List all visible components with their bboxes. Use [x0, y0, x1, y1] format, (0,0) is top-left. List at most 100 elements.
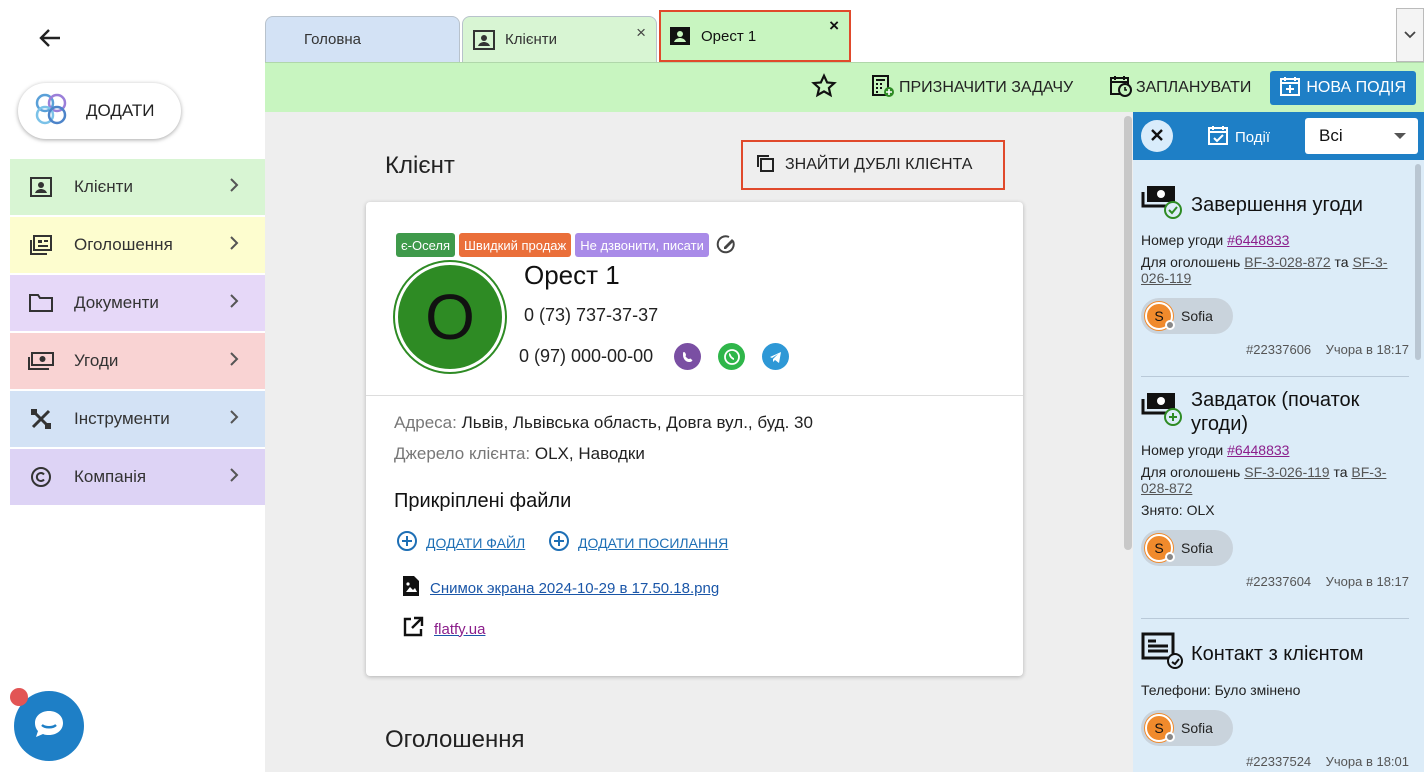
deal-link[interactable]: #6448833 [1227, 232, 1289, 248]
chevron-right-icon [229, 177, 239, 198]
listing-link[interactable]: BF-3-028-872 [1244, 254, 1330, 270]
assign-task-button[interactable]: ПРИЗНАЧИТИ ЗАДАЧУ [871, 73, 1073, 103]
contact-client-icon [1141, 632, 1183, 676]
telegram-icon[interactable] [762, 343, 789, 370]
close-icon[interactable]: × [636, 23, 646, 43]
toolbar: ПРИЗНАЧИТИ ЗАДАЧУ ЗАПЛАНУВАТИ НОВА ПОДІЯ [265, 62, 1424, 112]
event-extra-line: Знято: OLX [1141, 502, 1215, 518]
edit-tags-icon[interactable] [715, 234, 737, 256]
event-item[interactable]: Завершення угоди Номер угоди #6448833 Дл… [1141, 184, 1409, 357]
sidebar-item-company[interactable]: Компанія [10, 449, 265, 505]
card-divider [366, 395, 1023, 396]
listings-icon [28, 234, 54, 256]
tag-e-oselia[interactable]: є-Оселя [396, 233, 455, 257]
client-section-title: Клієнт [385, 152, 455, 179]
user-chip[interactable]: S Sofia [1141, 710, 1233, 746]
star-icon [811, 72, 837, 104]
event-title-text: Контакт з клієнтом [1191, 643, 1364, 665]
new-event-button[interactable]: НОВА ПОДІЯ [1270, 71, 1416, 105]
assign-task-label: ПРИЗНАЧИТИ ЗАДАЧУ [899, 79, 1074, 96]
back-arrow-icon[interactable] [36, 24, 64, 52]
event-deal-line: Номер угоди #6448833 [1141, 232, 1409, 248]
user-chip[interactable]: S Sofia [1141, 530, 1233, 566]
sidebar-item-clients[interactable]: Клієнти [10, 159, 265, 215]
tab-client-orest[interactable]: Орест 1 × [659, 10, 851, 62]
sidebar-item-documents[interactable]: Документи [10, 275, 265, 331]
find-duplicates-button[interactable]: ЗНАЙТИ ДУБЛІ КЛІЄНТА [741, 140, 1005, 190]
event-separator [1141, 618, 1409, 619]
add-link-button[interactable]: ДОДАТИ ПОСИЛАННЯ [548, 530, 728, 555]
listing-link[interactable]: SF-3-026-119 [1244, 464, 1329, 480]
chevron-right-icon [229, 409, 239, 430]
tab-label: Клієнти [505, 31, 558, 48]
client-name: Орест 1 [524, 260, 620, 290]
event-title: Завершення угоди [1141, 184, 1409, 226]
deal-link[interactable]: #6448833 [1227, 442, 1289, 458]
events-panel: Події Всі Завершення угоди Номер угоди #… [1133, 112, 1424, 772]
notification-dot [10, 688, 28, 706]
deposit-icon [1141, 391, 1183, 433]
favorite-star-button[interactable] [811, 72, 837, 104]
client-phone-primary[interactable]: 0 (73) 737-37-37 [524, 305, 658, 326]
contacts-icon [28, 176, 54, 198]
file-name: Снимок экрана 2024-10-29 в 17.50.18.png [430, 579, 720, 597]
event-title: Завдаток (початок угоди) [1141, 388, 1409, 436]
tab-home[interactable]: Головна [265, 16, 460, 62]
sidebar-item-label: Інструменти [74, 409, 170, 428]
tabs-dropdown-button[interactable] [1396, 8, 1424, 62]
source-label: Джерело клієнта: [394, 444, 531, 463]
sidebar: ДОДАТИ Клієнти Оголошення Документи Угод… [0, 0, 265, 772]
event-item[interactable]: Завдаток (початок угоди) Номер угоди #64… [1141, 388, 1409, 589]
events-filter-select[interactable]: Всі [1305, 118, 1418, 154]
sidebar-item-listings[interactable]: Оголошення [10, 217, 265, 273]
events-title-label: Події [1235, 128, 1271, 146]
dropdown-arrow-icon [1394, 133, 1406, 139]
event-ads-line: Для оголошень BF-3-028-872 та SF-3-026-1… [1141, 254, 1409, 286]
chevron-right-icon [229, 293, 239, 314]
main-scrollbar[interactable] [1124, 116, 1132, 550]
events-filter-value: Всі [1319, 126, 1343, 145]
deal-complete-icon [1141, 184, 1183, 226]
add-link-label: ДОДАТИ ПОСИЛАННЯ [578, 534, 729, 551]
events-scrollbar[interactable] [1415, 164, 1421, 360]
attached-file-link[interactable]: Снимок экрана 2024-10-29 в 17.50.18.png [402, 575, 719, 601]
source-value: OLX, Наводки [534, 444, 645, 463]
chat-bubble-icon [31, 706, 67, 747]
whatsapp-icon[interactable] [718, 343, 745, 370]
close-panel-button[interactable] [1141, 120, 1173, 152]
copyright-icon [28, 466, 54, 488]
client-avatar: O [395, 262, 505, 372]
tag-no-calls[interactable]: Не дзвонити, писати [575, 233, 709, 257]
chevron-right-icon [229, 351, 239, 372]
plus-circle-icon [396, 530, 418, 555]
event-item[interactable]: Контакт з клієнтом Телефони: Було змінен… [1141, 632, 1409, 769]
sidebar-nav: Клієнти Оголошення Документи Угоди Інстр [10, 159, 265, 507]
close-icon[interactable]: × [829, 16, 839, 36]
client-phone-secondary[interactable]: 0 (97) 000-00-00 [519, 346, 653, 367]
add-file-label: ДОДАТИ ФАЙЛ [426, 534, 526, 551]
add-button[interactable]: ДОДАТИ [18, 83, 181, 139]
event-title-text: Завершення угоди [1191, 194, 1363, 216]
and-text: та [1334, 254, 1349, 270]
tab-clients[interactable]: Клієнти × [462, 16, 657, 62]
folder-icon [28, 292, 54, 314]
viber-icon[interactable] [674, 343, 701, 370]
sidebar-item-tools[interactable]: Інструменти [10, 391, 265, 447]
external-link-icon [402, 616, 424, 642]
user-chip[interactable]: S Sofia [1141, 298, 1233, 334]
contacts-icon [473, 29, 495, 50]
money-icon [28, 350, 54, 372]
events-panel-title: Події [1207, 124, 1270, 150]
attached-url-link[interactable]: flatfy.ua [402, 616, 485, 642]
event-meta: #22337604 Учора в 18:17 [1141, 574, 1409, 589]
user-name: Sofia [1181, 540, 1213, 556]
schedule-button[interactable]: ЗАПЛАНУВАТИ [1110, 73, 1251, 103]
tag-quick-sale[interactable]: Швидкий продаж [459, 233, 572, 257]
add-file-button[interactable]: ДОДАТИ ФАЙЛ [396, 530, 525, 555]
status-dot [1165, 320, 1175, 330]
image-file-icon [402, 575, 420, 601]
event-meta: #22337606 Учора в 18:17 [1141, 342, 1409, 357]
client-card: є-Оселя Швидкий продаж Не дзвонити, писа… [366, 202, 1023, 676]
sidebar-item-deals[interactable]: Угоди [10, 333, 265, 389]
find-duplicates-label: ЗНАЙТИ ДУБЛІ КЛІЄНТА [785, 156, 973, 173]
